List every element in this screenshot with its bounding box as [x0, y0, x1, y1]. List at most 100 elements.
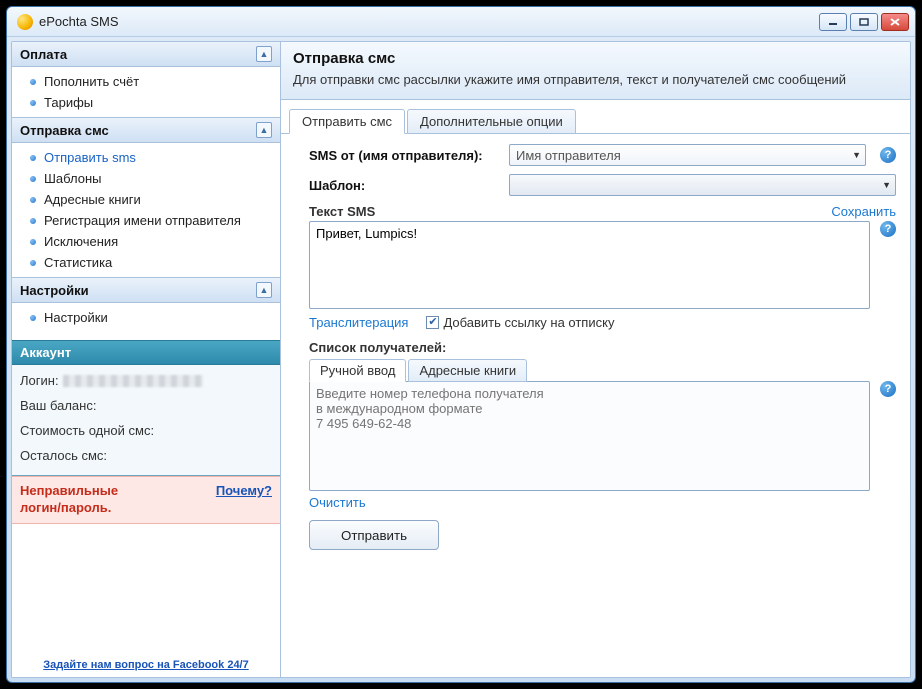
sidebar-group-payment-items: Пополнить счёт Тарифы [12, 67, 280, 117]
page-title: Отправка смс [293, 50, 898, 67]
template-combo-value [516, 178, 520, 193]
maximize-button[interactable] [850, 13, 878, 31]
sms-text-input[interactable] [309, 221, 870, 309]
tab-extra-options[interactable]: Дополнительные опции [407, 109, 576, 134]
chevron-up-icon[interactable]: ▲ [256, 282, 272, 298]
chevron-up-icon[interactable]: ▲ [256, 122, 272, 138]
account-price-label: Стоимость одной смс: [20, 423, 154, 438]
window-controls [819, 13, 909, 31]
template-combo[interactable]: ▼ [509, 174, 896, 196]
facebook-link[interactable]: Задайте нам вопрос на Facebook 24/7 [43, 659, 248, 671]
sidebar-item-label: Исключения [44, 234, 118, 249]
bullet-icon [30, 218, 36, 224]
facebook-link-wrap: Задайте нам вопрос на Facebook 24/7 [12, 646, 280, 677]
sidebar-group-send-items: Отправить sms Шаблоны Адресные книги Рег… [12, 143, 280, 277]
login-error-line1: Неправильные [20, 483, 118, 498]
app-title: ePochta SMS [39, 14, 819, 29]
help-icon[interactable]: ? [880, 381, 896, 397]
sidebar-group-send[interactable]: Отправка смс ▲ [12, 117, 280, 143]
recipients-label: Список получателей: [309, 340, 896, 355]
minimize-button[interactable] [819, 13, 847, 31]
account-header: Аккаунт [12, 340, 280, 365]
bullet-icon [30, 155, 36, 161]
help-icon[interactable]: ? [880, 221, 896, 237]
sidebar-item-address-books[interactable]: Адресные книги [12, 189, 280, 210]
clear-link[interactable]: Очистить [309, 495, 366, 510]
from-combo-placeholder: Имя отправителя [516, 148, 621, 163]
close-button[interactable] [881, 13, 909, 31]
main-tabs: Отправить смс Дополнительные опции [281, 100, 910, 134]
bullet-icon [30, 315, 36, 321]
why-link[interactable]: Почему? [216, 483, 272, 498]
from-combo[interactable]: Имя отправителя ▼ [509, 144, 866, 166]
account-body: Логин: Ваш баланс: Стоимость одной смс: … [12, 365, 280, 476]
sidebar-item-label: Шаблоны [44, 171, 102, 186]
unsubscribe-checkbox-label: Добавить ссылку на отписку [443, 315, 614, 330]
app-window: ePochta SMS Оплата ▲ Пополнить счёт Тари… [6, 6, 916, 683]
sidebar-item-statistics[interactable]: Статистика [12, 252, 280, 273]
sidebar-item-templates[interactable]: Шаблоны [12, 168, 280, 189]
sidebar-group-settings-items: Настройки [12, 303, 280, 332]
sidebar-item-label: Отправить sms [44, 150, 136, 165]
chevron-up-icon[interactable]: ▲ [256, 46, 272, 62]
tab-label: Адресные книги [419, 363, 516, 378]
bullet-icon [30, 197, 36, 203]
help-icon[interactable]: ? [880, 147, 896, 163]
template-label: Шаблон: [309, 178, 499, 193]
sidebar-group-label: Отправка смс [20, 123, 109, 138]
sidebar-item-label: Пополнить счёт [44, 74, 139, 89]
account-title: Аккаунт [20, 345, 71, 360]
sidebar-item-tariffs[interactable]: Тарифы [12, 92, 280, 113]
sidebar: Оплата ▲ Пополнить счёт Тарифы Отправка … [12, 42, 281, 677]
recipients-tab-manual[interactable]: Ручной ввод [309, 359, 406, 382]
minimize-icon [828, 18, 838, 26]
tab-label: Отправить смс [302, 114, 392, 129]
sidebar-item-label: Адресные книги [44, 192, 141, 207]
sidebar-item-topup[interactable]: Пополнить счёт [12, 71, 280, 92]
sidebar-item-settings[interactable]: Настройки [12, 307, 280, 328]
login-error-box: Неправильные логин/пароль. Почему? [12, 476, 280, 524]
titlebar: ePochta SMS [7, 7, 915, 37]
send-sms-form: SMS от (имя отправителя): Имя отправител… [281, 134, 910, 677]
account-balance-row: Ваш баланс: [20, 394, 272, 419]
send-button[interactable]: Отправить [309, 520, 439, 550]
sidebar-item-exclusions[interactable]: Исключения [12, 231, 280, 252]
account-remaining-label: Осталось смс: [20, 448, 107, 463]
recipients-tabs: Ручной ввод Адресные книги [309, 359, 896, 382]
maximize-icon [859, 18, 869, 26]
main-panel: Отправка смс Для отправки смс рассылки у… [281, 42, 910, 677]
panel-header: Отправка смс Для отправки смс рассылки у… [281, 42, 910, 100]
recipients-tab-books[interactable]: Адресные книги [408, 359, 527, 382]
bullet-icon [30, 176, 36, 182]
account-login-value [63, 375, 203, 387]
from-label: SMS от (имя отправителя): [309, 148, 499, 163]
below-text-row: Транслитерация ✔ Добавить ссылку на отпи… [309, 315, 896, 330]
sidebar-group-payment[interactable]: Оплата ▲ [12, 42, 280, 67]
translit-link[interactable]: Транслитерация [309, 315, 408, 330]
chevron-down-icon: ▼ [882, 180, 891, 190]
account-login-label: Логин: [20, 373, 59, 388]
app-icon [17, 14, 33, 30]
account-balance-label: Ваш баланс: [20, 398, 96, 413]
save-link[interactable]: Сохранить [831, 204, 896, 219]
chevron-down-icon: ▼ [852, 150, 861, 160]
bullet-icon [30, 239, 36, 245]
form-row-template: Шаблон: ▼ [309, 174, 896, 196]
page-description: Для отправки смс рассылки укажите имя от… [293, 71, 898, 89]
close-icon [890, 18, 900, 26]
sidebar-item-sender-registration[interactable]: Регистрация имени отправителя [12, 210, 280, 231]
tab-label: Ручной ввод [320, 363, 395, 378]
sidebar-item-label: Статистика [44, 255, 112, 270]
bullet-icon [30, 260, 36, 266]
tab-send-sms[interactable]: Отправить смс [289, 109, 405, 134]
login-error-text: Неправильные логин/пароль. [20, 483, 118, 517]
sidebar-item-label: Настройки [44, 310, 108, 325]
sidebar-group-settings[interactable]: Настройки ▲ [12, 277, 280, 303]
unsubscribe-checkbox[interactable]: ✔ [426, 316, 439, 329]
sms-text-label: Текст SMS [309, 204, 375, 219]
account-price-row: Стоимость одной смс: [20, 419, 272, 444]
recipients-input[interactable] [309, 381, 870, 491]
sms-text-label-row: Текст SMS Сохранить [309, 204, 896, 219]
sidebar-item-send-sms[interactable]: Отправить sms [12, 147, 280, 168]
app-body: Оплата ▲ Пополнить счёт Тарифы Отправка … [11, 41, 911, 678]
